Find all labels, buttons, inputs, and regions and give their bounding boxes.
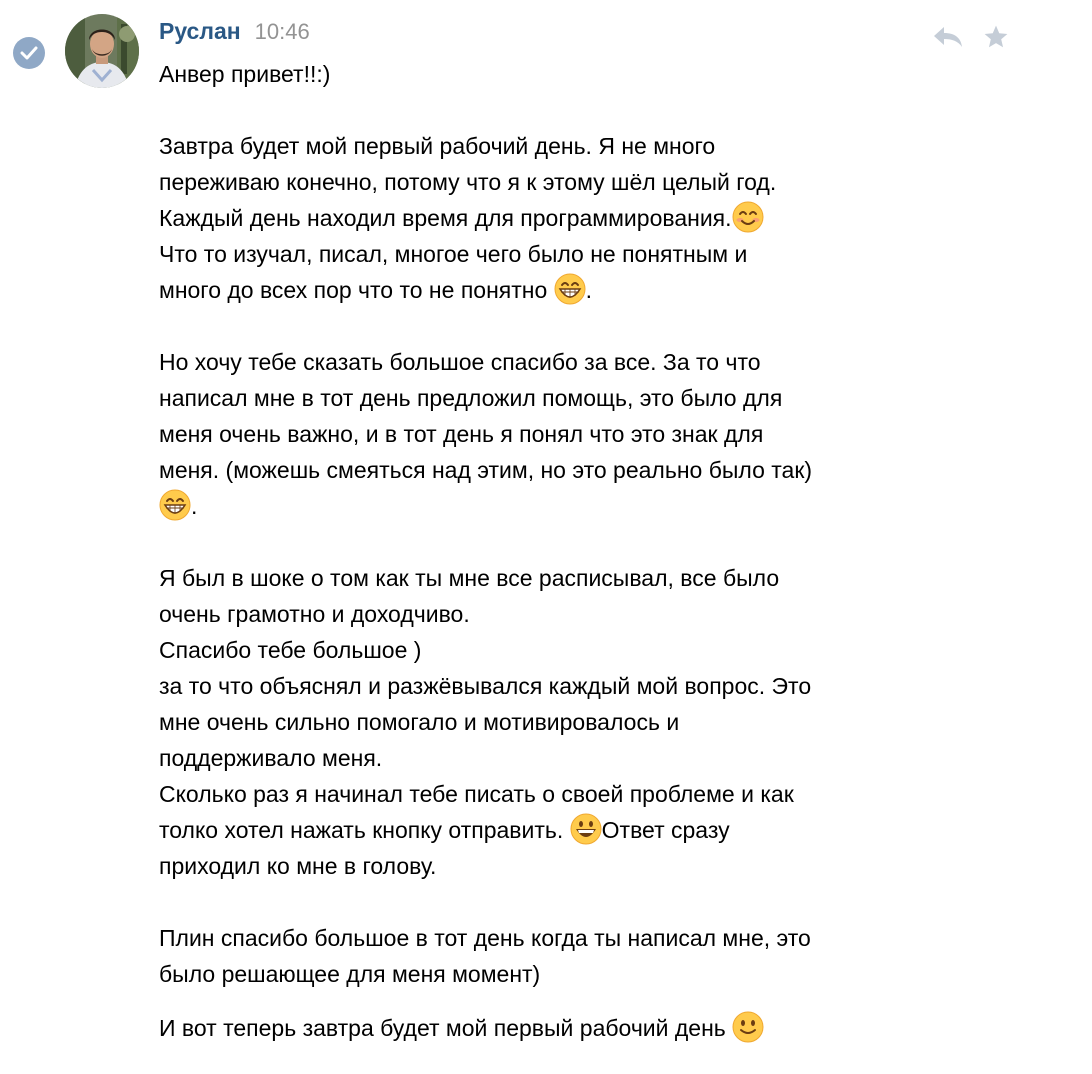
checkmark-icon <box>20 46 38 60</box>
reply-button[interactable] <box>930 22 966 52</box>
message-line: Каждый день находил время для программир… <box>159 200 959 236</box>
message-line: переживаю конечно, потому что я к этому … <box>159 169 777 195</box>
grinning-face-icon <box>554 273 586 305</box>
smiling-face-icon <box>732 201 764 233</box>
message-header: Руслан 10:46 <box>159 18 310 52</box>
message-text-span: много до всех пор что то не понятно <box>159 277 548 303</box>
message-line: И вот теперь завтра будет мой первый раб… <box>159 1010 959 1046</box>
message-line: приходил ко мне в голову. <box>159 853 437 879</box>
message-line: . <box>159 488 959 524</box>
message-line: Что то изучал, писал, многое чего было н… <box>159 241 748 267</box>
slightly-smiling-face-icon <box>732 1011 764 1043</box>
favorite-button[interactable] <box>978 22 1014 52</box>
avatar-photo <box>65 14 139 88</box>
message-text-span: . <box>191 493 198 519</box>
message-line: много до всех пор что то не понятно . <box>159 272 959 308</box>
message-line: Сколько раз я начинал тебе писать о свое… <box>159 781 794 807</box>
message-line: было решающее для меня момент) <box>159 961 541 987</box>
message-line: Плин спасибо большое в тот день когда ты… <box>159 925 811 951</box>
message-text-span: . <box>585 277 593 303</box>
grinning-face-icon <box>570 813 602 845</box>
message-text-span: Каждый день находил время для программир… <box>159 205 732 231</box>
message-time[interactable]: 10:46 <box>255 19 310 45</box>
message-text-span: И вот теперь завтра будет мой первый раб… <box>159 1015 733 1041</box>
message-actions <box>930 22 1014 52</box>
message-line: мне очень сильно помогало и мотивировало… <box>159 709 680 735</box>
message-line: за то что объяснял и разжёвывался каждый… <box>159 673 812 699</box>
grinning-face-icon <box>159 489 191 521</box>
star-icon <box>984 25 1008 48</box>
message-line: поддерживало меня. <box>159 745 383 771</box>
message-line: написал мне в тот день предложил помощь,… <box>159 385 783 411</box>
message-line: меня. (можешь смеяться над этим, но это … <box>159 457 813 483</box>
message-line: Но хочу тебе сказать большое спасибо за … <box>159 349 761 375</box>
message-line: толко хотел нажать кнопку отправить. Отв… <box>159 812 959 848</box>
select-message-checkbox[interactable] <box>13 37 45 69</box>
message-text-span: Ответ сразу <box>601 817 730 843</box>
message-text: Анвер привет!!:) Завтра будет мой первый… <box>159 56 959 1046</box>
message-line: меня очень важно, и в тот день я понял ч… <box>159 421 764 447</box>
message-line: Завтра будет мой первый рабочий день. Я … <box>159 133 716 159</box>
author-name[interactable]: Руслан <box>159 18 241 45</box>
message-line: Анвер привет!!:) <box>159 61 331 87</box>
message-line: Спасибо тебе большое ) <box>159 637 422 663</box>
message-text-span: толко хотел нажать кнопку отправить. <box>159 817 570 843</box>
message-line: Я был в шоке о том как ты мне все распис… <box>159 565 780 591</box>
reply-arrow-icon <box>934 27 962 47</box>
message-line: очень грамотно и доходчиво. <box>159 601 470 627</box>
avatar[interactable] <box>65 14 139 88</box>
